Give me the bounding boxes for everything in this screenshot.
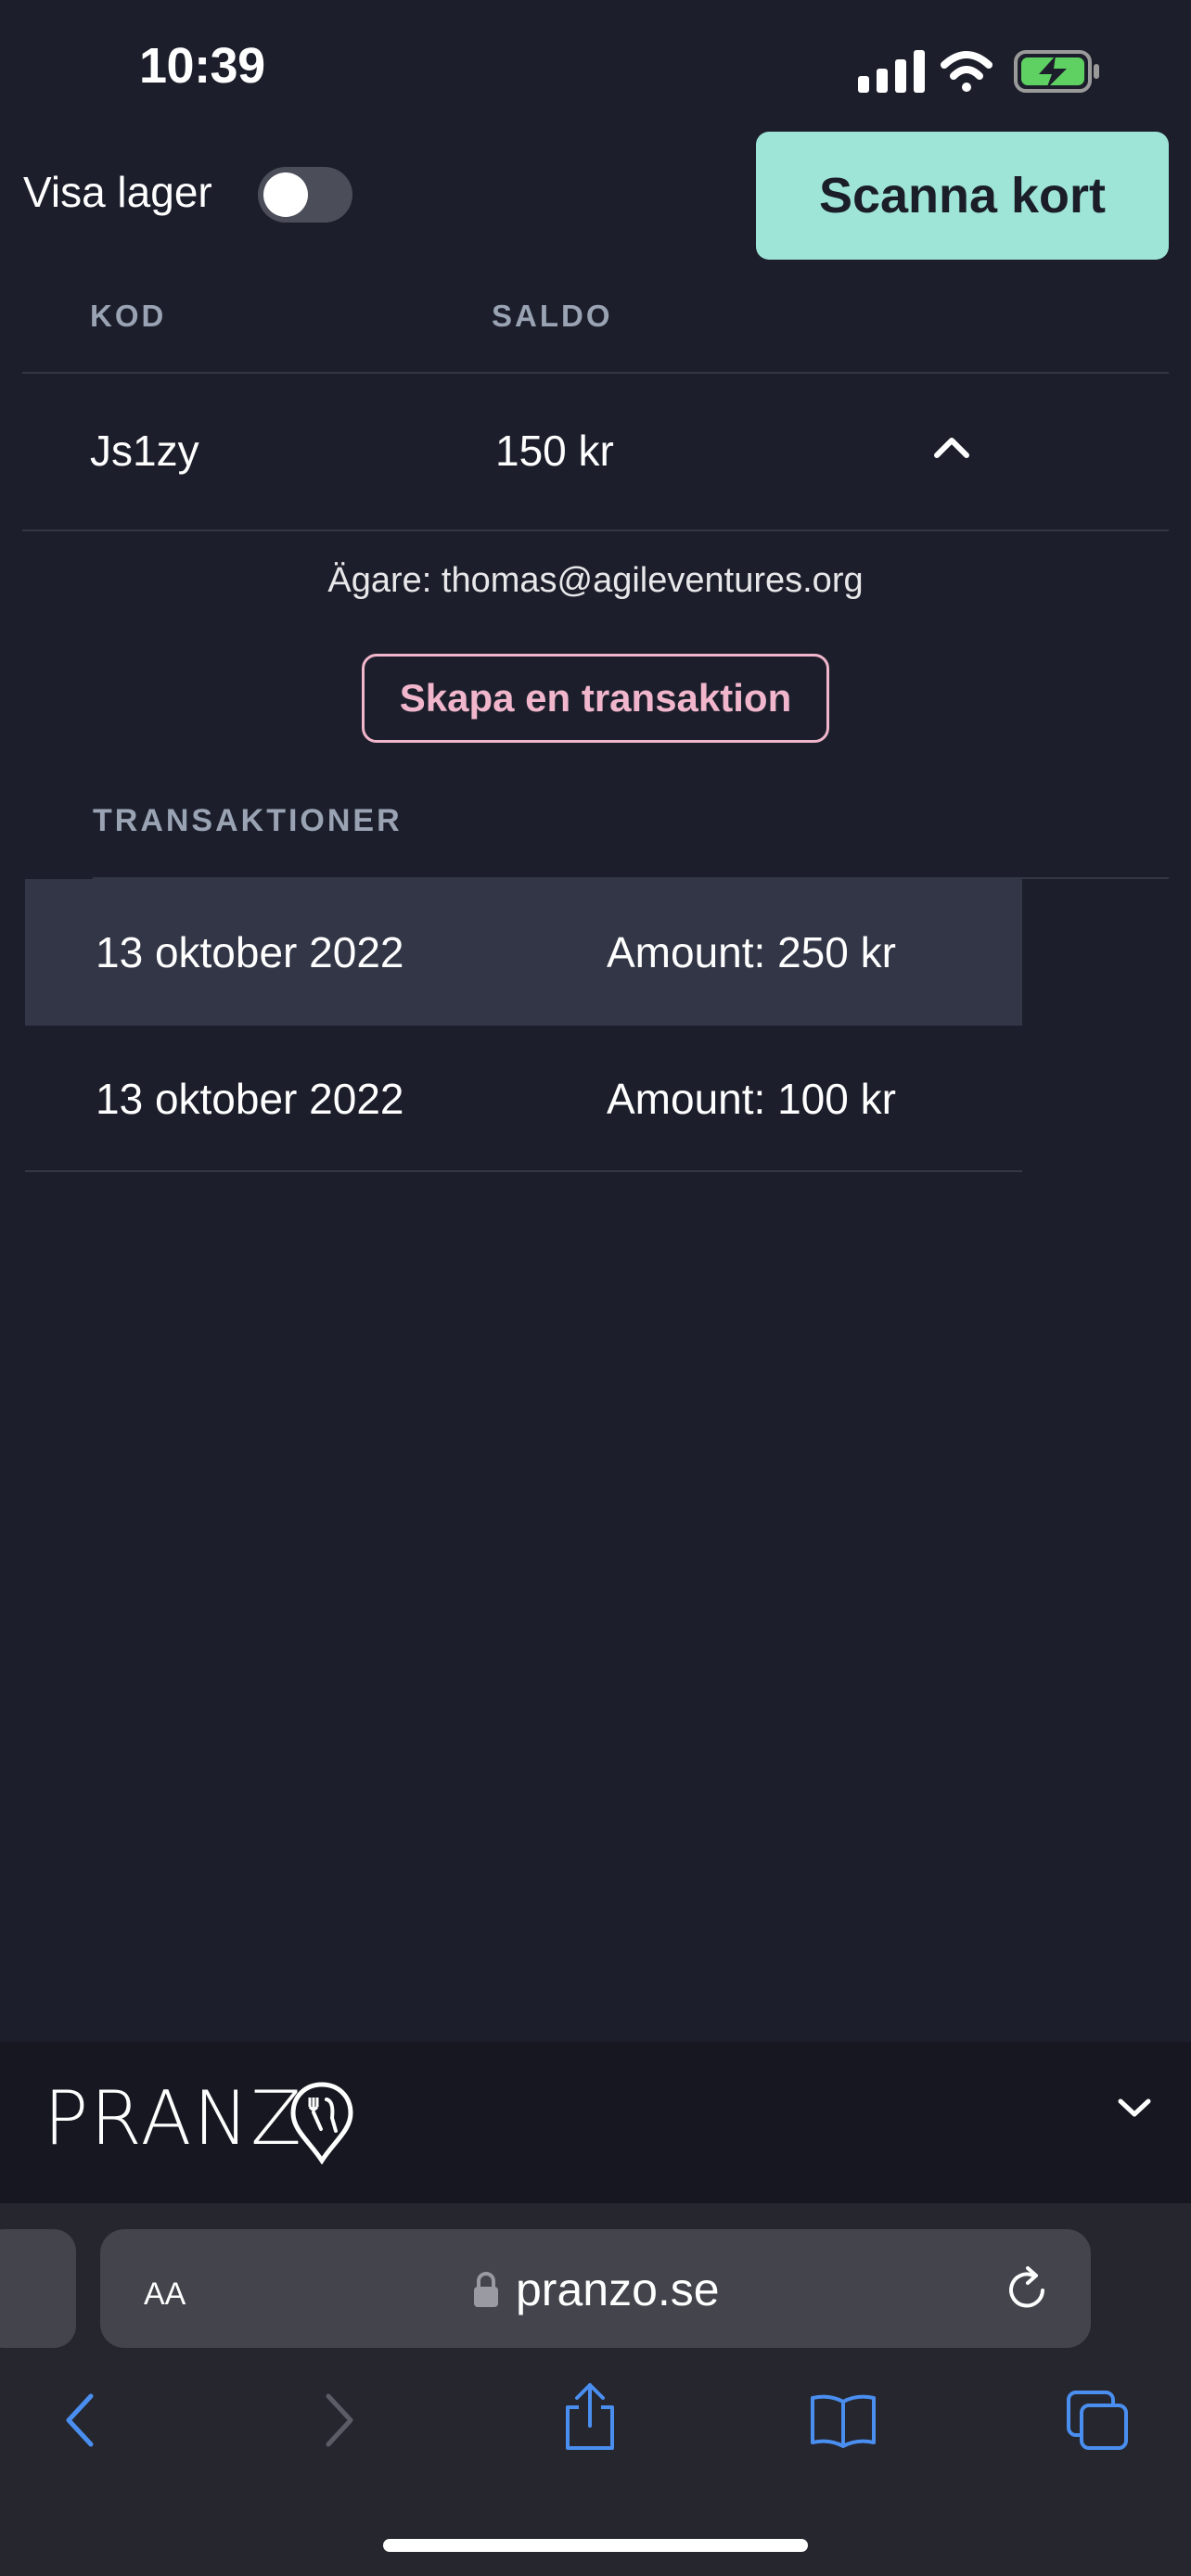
transaction-date: 13 oktober 2022 xyxy=(96,1075,404,1123)
forward-icon[interactable] xyxy=(321,2392,358,2448)
transaction-date: 13 oktober 2022 xyxy=(96,928,404,976)
pranzo-logo[interactable]: PRANZ xyxy=(44,2075,303,2162)
card-balance: 150 kr xyxy=(495,427,614,475)
text-size-button[interactable]: AA xyxy=(144,2264,186,2315)
create-transaction-button[interactable]: Skapa en transaktion xyxy=(362,654,829,743)
column-header-balance: SALDO xyxy=(492,299,613,333)
transaction-row[interactable]: 13 oktober 2022 Amount: 250 kr xyxy=(25,879,1022,1026)
visa-lager-label: Visa lager xyxy=(23,168,212,216)
transaction-amount: Amount: 250 kr xyxy=(607,928,896,976)
transaction-row[interactable]: 13 oktober 2022 Amount: 100 kr xyxy=(25,1026,1022,1172)
logo-text: PRANZ xyxy=(44,2075,303,2162)
url-text[interactable]: pranzo.se xyxy=(516,2263,720,2316)
back-icon[interactable] xyxy=(61,2392,98,2448)
transactions-heading: TRANSAKTIONER xyxy=(93,803,403,838)
reload-icon[interactable] xyxy=(1005,2263,1052,2313)
share-icon[interactable] xyxy=(560,2381,620,2452)
scan-card-button[interactable]: Scanna kort xyxy=(756,132,1169,260)
previous-tab-preview[interactable] xyxy=(0,2229,76,2348)
battery-charging-icon xyxy=(1014,50,1099,93)
bookmarks-icon[interactable] xyxy=(809,2392,877,2448)
chevron-down-icon[interactable] xyxy=(1115,2094,1154,2122)
card-row[interactable]: Js1zy 150 kr xyxy=(22,374,1169,529)
signal-icon xyxy=(858,50,925,93)
chevron-up-icon[interactable] xyxy=(931,433,972,461)
tabs-icon[interactable] xyxy=(1065,2389,1130,2452)
transaction-amount: Amount: 100 kr xyxy=(607,1075,896,1123)
status-icons xyxy=(853,46,1104,96)
status-time: 10:39 xyxy=(139,38,265,94)
aa-label: AA xyxy=(144,2276,186,2312)
column-header-code: KOD xyxy=(90,299,167,333)
transactions-end-divider xyxy=(25,1170,1022,1172)
card-code: Js1zy xyxy=(90,427,199,475)
toggle-knob xyxy=(263,172,308,217)
card-owner: Ägare: thomas@agileventures.org xyxy=(327,561,864,600)
visa-lager-toggle[interactable] xyxy=(258,167,352,223)
logo-pin-icon xyxy=(289,2081,354,2165)
home-indicator[interactable] xyxy=(383,2539,808,2552)
wifi-icon xyxy=(941,51,992,92)
row-divider xyxy=(22,529,1169,531)
lock-icon xyxy=(471,2270,501,2309)
